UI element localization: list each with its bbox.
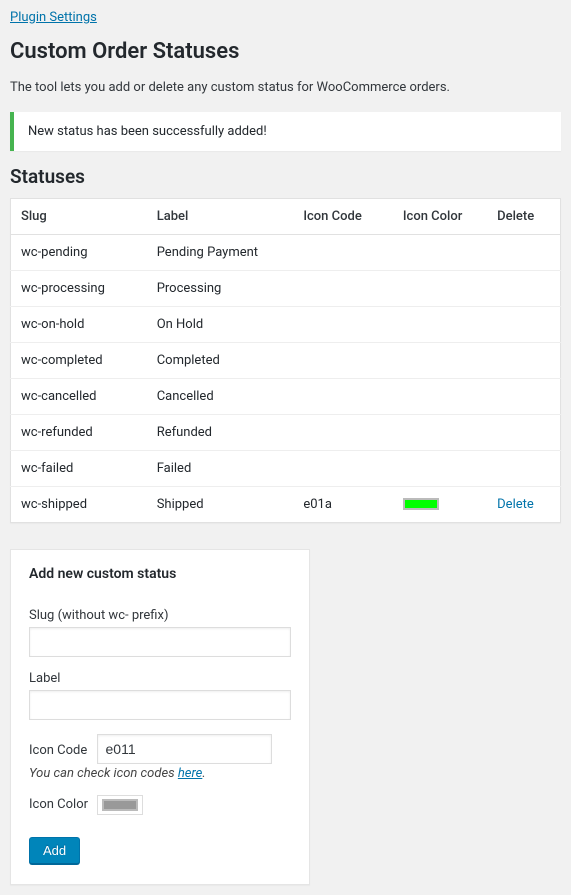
cell-slug: wc-shipped	[11, 486, 147, 522]
cell-icon-color	[393, 414, 487, 450]
cell-delete	[487, 414, 560, 450]
header-icon-color: Icon Color	[393, 198, 487, 234]
slug-label: Slug (without wc- prefix)	[29, 608, 291, 623]
table-row: wc-refundedRefunded	[11, 414, 561, 450]
cell-delete	[487, 306, 560, 342]
add-status-panel: Add new custom status Slug (without wc- …	[10, 549, 310, 885]
cell-icon-color	[393, 234, 487, 270]
cell-slug: wc-pending	[11, 234, 147, 270]
table-row: wc-completedCompleted	[11, 342, 561, 378]
cell-slug: wc-refunded	[11, 414, 147, 450]
cell-icon-code	[293, 378, 393, 414]
header-delete: Delete	[487, 198, 560, 234]
label-input[interactable]	[29, 690, 291, 720]
cell-icon-color	[393, 486, 487, 522]
slug-input[interactable]	[29, 627, 291, 657]
page-description: The tool lets you add or delete any cust…	[10, 78, 561, 98]
page-title: Custom Order Statuses	[10, 39, 561, 64]
icon-codes-link[interactable]: here	[178, 766, 202, 781]
header-label: Label	[147, 198, 294, 234]
cell-icon-code	[293, 270, 393, 306]
add-status-heading: Add new custom status	[29, 566, 291, 582]
cell-slug: wc-processing	[11, 270, 147, 306]
plugin-settings-link[interactable]: Plugin Settings	[10, 10, 97, 25]
icon-color-label: Icon Color	[29, 797, 88, 812]
icon-code-label: Icon Code	[29, 743, 87, 758]
cell-delete: Delete	[487, 486, 560, 522]
cell-delete	[487, 450, 560, 486]
icon-code-help: You can check icon codes here.	[29, 766, 291, 781]
cell-slug: wc-cancelled	[11, 378, 147, 414]
table-row: wc-failedFailed	[11, 450, 561, 486]
cell-delete	[487, 234, 560, 270]
cell-icon-color	[393, 306, 487, 342]
cell-icon-color	[393, 378, 487, 414]
color-swatch	[403, 498, 439, 510]
cell-icon-code: e01a	[293, 486, 393, 522]
add-button[interactable]: Add	[29, 837, 80, 864]
cell-icon-color	[393, 270, 487, 306]
table-row: wc-shippedShippede01a Delete	[11, 486, 561, 522]
cell-label: Failed	[147, 450, 294, 486]
success-notice: New status has been successfully added!	[10, 112, 561, 151]
cell-icon-code	[293, 306, 393, 342]
cell-icon-code	[293, 234, 393, 270]
cell-delete	[487, 342, 560, 378]
icon-color-input[interactable]	[97, 795, 143, 815]
table-row: wc-pendingPending Payment	[11, 234, 561, 270]
delete-link[interactable]: Delete	[497, 497, 534, 512]
cell-icon-code	[293, 450, 393, 486]
cell-label: Pending Payment	[147, 234, 294, 270]
header-icon-code: Icon Code	[293, 198, 393, 234]
cell-delete	[487, 270, 560, 306]
cell-label: Refunded	[147, 414, 294, 450]
cell-label: Processing	[147, 270, 294, 306]
cell-slug: wc-failed	[11, 450, 147, 486]
cell-slug: wc-completed	[11, 342, 147, 378]
cell-icon-code	[293, 414, 393, 450]
cell-label: On Hold	[147, 306, 294, 342]
cell-delete	[487, 378, 560, 414]
table-row: wc-cancelledCancelled	[11, 378, 561, 414]
header-slug: Slug	[11, 198, 147, 234]
cell-label: Shipped	[147, 486, 294, 522]
icon-code-input[interactable]	[97, 734, 272, 764]
cell-label: Completed	[147, 342, 294, 378]
statuses-table: Slug Label Icon Code Icon Color Delete w…	[10, 198, 561, 523]
cell-slug: wc-on-hold	[11, 306, 147, 342]
statuses-heading: Statuses	[10, 165, 561, 188]
cell-icon-code	[293, 342, 393, 378]
cell-icon-color	[393, 450, 487, 486]
table-row: wc-on-holdOn Hold	[11, 306, 561, 342]
label-label: Label	[29, 671, 291, 686]
cell-label: Cancelled	[147, 378, 294, 414]
table-row: wc-processingProcessing	[11, 270, 561, 306]
cell-icon-color	[393, 342, 487, 378]
